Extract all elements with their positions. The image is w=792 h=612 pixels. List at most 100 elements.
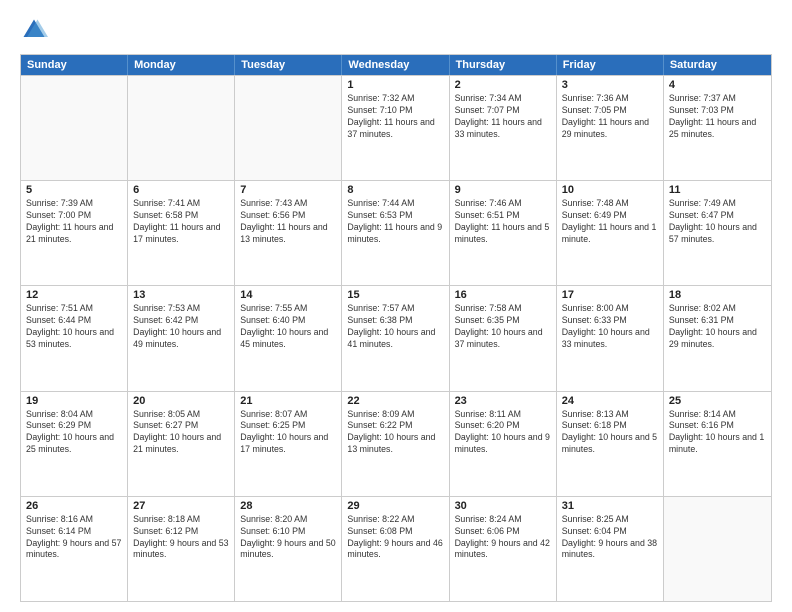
day-number: 6	[133, 184, 229, 196]
calendar-body: 1 Sunrise: 7:32 AM Sunset: 7:10 PM Daylig…	[21, 75, 771, 601]
cell-info: Sunrise: 7:55 AM Sunset: 6:40 PM Dayligh…	[240, 303, 336, 351]
logo-icon	[20, 16, 48, 44]
cell-info: Sunrise: 7:57 AM Sunset: 6:38 PM Dayligh…	[347, 303, 443, 351]
cell-info: Sunrise: 8:18 AM Sunset: 6:12 PM Dayligh…	[133, 514, 229, 562]
cal-cell: 12Sunrise: 7:51 AM Sunset: 6:44 PM Dayli…	[21, 286, 128, 390]
weekday-header-monday: Monday	[128, 55, 235, 75]
cal-cell: 4 Sunrise: 7:37 AM Sunset: 7:03 PM Daylig…	[664, 76, 771, 180]
cell-info: Sunrise: 7:46 AM Sunset: 6:51 PM Dayligh…	[455, 198, 551, 246]
cell-info: Sunrise: 8:02 AM Sunset: 6:31 PM Dayligh…	[669, 303, 766, 351]
weekday-header-tuesday: Tuesday	[235, 55, 342, 75]
day-number: 10	[562, 184, 658, 196]
cell-info: Sunrise: 8:14 AM Sunset: 6:16 PM Dayligh…	[669, 409, 766, 457]
cell-info: Sunrise: 8:11 AM Sunset: 6:20 PM Dayligh…	[455, 409, 551, 457]
week-row-4: 19Sunrise: 8:04 AM Sunset: 6:29 PM Dayli…	[21, 391, 771, 496]
cal-cell: 6 Sunrise: 7:41 AM Sunset: 6:58 PM Daylig…	[128, 181, 235, 285]
day-number: 3	[562, 79, 658, 91]
cell-info: Sunrise: 7:41 AM Sunset: 6:58 PM Dayligh…	[133, 198, 229, 246]
cal-cell: 31Sunrise: 8:25 AM Sunset: 6:04 PM Dayli…	[557, 497, 664, 601]
day-number: 1	[347, 79, 443, 91]
cal-cell: 15 Sunrise: 7:57 AM Sunset: 6:38 PM Dayli…	[342, 286, 449, 390]
cal-cell: 19Sunrise: 8:04 AM Sunset: 6:29 PM Dayli…	[21, 392, 128, 496]
day-number: 15	[347, 289, 443, 301]
day-number: 28	[240, 500, 336, 512]
weekday-header-sunday: Sunday	[21, 55, 128, 75]
calendar: SundayMondayTuesdayWednesdayThursdayFrid…	[20, 54, 772, 602]
cal-cell	[235, 76, 342, 180]
day-number: 11	[669, 184, 766, 196]
cell-info: Sunrise: 7:44 AM Sunset: 6:53 PM Dayligh…	[347, 198, 443, 246]
cell-info: Sunrise: 8:09 AM Sunset: 6:22 PM Dayligh…	[347, 409, 443, 457]
calendar-header: SundayMondayTuesdayWednesdayThursdayFrid…	[21, 55, 771, 75]
day-number: 24	[562, 395, 658, 407]
day-number: 7	[240, 184, 336, 196]
cal-cell: 11 Sunrise: 7:49 AM Sunset: 6:47 PM Dayli…	[664, 181, 771, 285]
header	[20, 16, 772, 44]
day-number: 18	[669, 289, 766, 301]
day-number: 27	[133, 500, 229, 512]
cal-cell	[21, 76, 128, 180]
page: SundayMondayTuesdayWednesdayThursdayFrid…	[0, 0, 792, 612]
cell-info: Sunrise: 8:05 AM Sunset: 6:27 PM Dayligh…	[133, 409, 229, 457]
cell-info: Sunrise: 7:49 AM Sunset: 6:47 PM Dayligh…	[669, 198, 766, 246]
day-number: 13	[133, 289, 229, 301]
cell-info: Sunrise: 8:24 AM Sunset: 6:06 PM Dayligh…	[455, 514, 551, 562]
day-number: 9	[455, 184, 551, 196]
cal-cell: 10 Sunrise: 7:48 AM Sunset: 6:49 PM Dayli…	[557, 181, 664, 285]
cal-cell: 8 Sunrise: 7:44 AM Sunset: 6:53 PM Daylig…	[342, 181, 449, 285]
week-row-2: 5 Sunrise: 7:39 AM Sunset: 7:00 PM Daylig…	[21, 180, 771, 285]
weekday-header-saturday: Saturday	[664, 55, 771, 75]
cal-cell	[664, 497, 771, 601]
day-number: 14	[240, 289, 336, 301]
cal-cell: 3 Sunrise: 7:36 AM Sunset: 7:05 PM Daylig…	[557, 76, 664, 180]
weekday-header-friday: Friday	[557, 55, 664, 75]
day-number: 30	[455, 500, 551, 512]
cell-info: Sunrise: 7:37 AM Sunset: 7:03 PM Dayligh…	[669, 93, 766, 141]
cell-info: Sunrise: 8:13 AM Sunset: 6:18 PM Dayligh…	[562, 409, 658, 457]
cal-cell: 7 Sunrise: 7:43 AM Sunset: 6:56 PM Daylig…	[235, 181, 342, 285]
weekday-header-thursday: Thursday	[450, 55, 557, 75]
cell-info: Sunrise: 7:48 AM Sunset: 6:49 PM Dayligh…	[562, 198, 658, 246]
cell-info: Sunrise: 8:04 AM Sunset: 6:29 PM Dayligh…	[26, 409, 122, 457]
cell-info: Sunrise: 7:39 AM Sunset: 7:00 PM Dayligh…	[26, 198, 122, 246]
cal-cell: 22 Sunrise: 8:09 AM Sunset: 6:22 PM Dayli…	[342, 392, 449, 496]
cell-info: Sunrise: 8:07 AM Sunset: 6:25 PM Dayligh…	[240, 409, 336, 457]
day-number: 20	[133, 395, 229, 407]
day-number: 22	[347, 395, 443, 407]
cell-info: Sunrise: 8:20 AM Sunset: 6:10 PM Dayligh…	[240, 514, 336, 562]
day-number: 26	[26, 500, 122, 512]
day-number: 5	[26, 184, 122, 196]
cal-cell: 16 Sunrise: 7:58 AM Sunset: 6:35 PM Dayli…	[450, 286, 557, 390]
cal-cell: 24 Sunrise: 8:13 AM Sunset: 6:18 PM Dayli…	[557, 392, 664, 496]
cal-cell: 20 Sunrise: 8:05 AM Sunset: 6:27 PM Dayli…	[128, 392, 235, 496]
cal-cell: 5 Sunrise: 7:39 AM Sunset: 7:00 PM Daylig…	[21, 181, 128, 285]
cal-cell: 18 Sunrise: 8:02 AM Sunset: 6:31 PM Dayli…	[664, 286, 771, 390]
day-number: 4	[669, 79, 766, 91]
cell-info: Sunrise: 7:36 AM Sunset: 7:05 PM Dayligh…	[562, 93, 658, 141]
cell-info: Sunrise: 8:00 AM Sunset: 6:33 PM Dayligh…	[562, 303, 658, 351]
day-number: 16	[455, 289, 551, 301]
cal-cell	[128, 76, 235, 180]
cal-cell: 13 Sunrise: 7:53 AM Sunset: 6:42 PM Dayli…	[128, 286, 235, 390]
cell-info: Sunrise: 7:53 AM Sunset: 6:42 PM Dayligh…	[133, 303, 229, 351]
cal-cell: 14 Sunrise: 7:55 AM Sunset: 6:40 PM Dayli…	[235, 286, 342, 390]
cell-info: Sunrise: 8:22 AM Sunset: 6:08 PM Dayligh…	[347, 514, 443, 562]
day-number: 31	[562, 500, 658, 512]
cell-info: Sunrise: 7:58 AM Sunset: 6:35 PM Dayligh…	[455, 303, 551, 351]
day-number: 21	[240, 395, 336, 407]
day-number: 29	[347, 500, 443, 512]
logo	[20, 16, 52, 44]
day-number: 25	[669, 395, 766, 407]
weekday-header-wednesday: Wednesday	[342, 55, 449, 75]
day-number: 2	[455, 79, 551, 91]
cell-info: Sunrise: 7:51 AM Sunset: 6:44 PM Dayligh…	[26, 303, 122, 351]
cal-cell: 29 Sunrise: 8:22 AM Sunset: 6:08 PM Dayli…	[342, 497, 449, 601]
cal-cell: 30 Sunrise: 8:24 AM Sunset: 6:06 PM Dayli…	[450, 497, 557, 601]
cell-info: Sunrise: 7:34 AM Sunset: 7:07 PM Dayligh…	[455, 93, 551, 141]
cell-info: Sunrise: 8:16 AM Sunset: 6:14 PM Dayligh…	[26, 514, 122, 562]
cal-cell: 26 Sunrise: 8:16 AM Sunset: 6:14 PM Dayli…	[21, 497, 128, 601]
day-number: 17	[562, 289, 658, 301]
cell-info: Sunrise: 7:43 AM Sunset: 6:56 PM Dayligh…	[240, 198, 336, 246]
day-number: 8	[347, 184, 443, 196]
cell-info: Sunrise: 7:32 AM Sunset: 7:10 PM Dayligh…	[347, 93, 443, 141]
